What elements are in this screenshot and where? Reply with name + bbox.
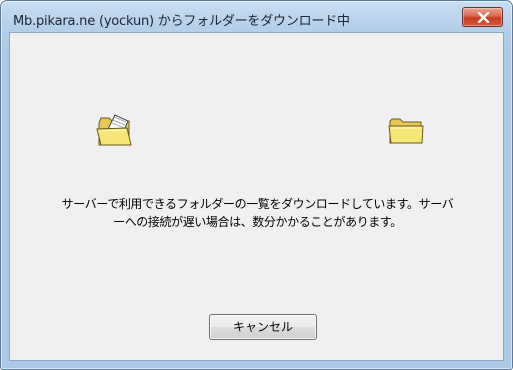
- folder-icon: [388, 118, 424, 144]
- open-folder-with-document-icon: [96, 114, 132, 146]
- download-dialog-window: Mb.pikara.ne (yockun) からフォルダーをダウンロード中 サー…: [0, 0, 513, 370]
- close-button[interactable]: [462, 7, 503, 27]
- source-folder-animation: [95, 111, 137, 153]
- status-message: サーバーで利用できるフォルダーの一覧をダウンロードしています。サーバ ーへの接続…: [28, 195, 487, 231]
- title-bar[interactable]: Mb.pikara.ne (yockun) からフォルダーをダウンロード中: [1, 1, 512, 33]
- close-icon: [477, 12, 490, 23]
- window-title: Mb.pikara.ne (yockun) からフォルダーをダウンロード中: [13, 14, 350, 29]
- cancel-button[interactable]: キャンセル: [209, 314, 317, 340]
- status-message-line-2: ーへの接続が遅い場合は、数分かかることがあります。: [113, 215, 402, 229]
- dialog-content: サーバーで利用できるフォルダーの一覧をダウンロードしています。サーバ ーへの接続…: [9, 32, 504, 361]
- status-message-line-1: サーバーで利用できるフォルダーの一覧をダウンロードしています。サーバ: [61, 197, 454, 211]
- destination-folder: [388, 116, 424, 150]
